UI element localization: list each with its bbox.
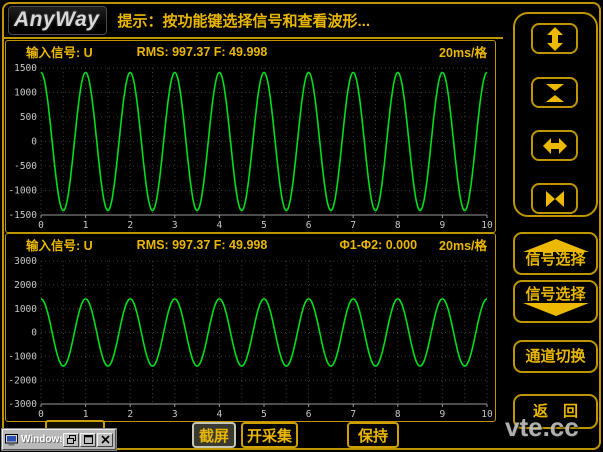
signal-select-down-button[interactable]: 信号选择 — [513, 280, 598, 323]
channel-switch-label: 通道切换 — [525, 349, 585, 365]
svg-text:1: 1 — [83, 220, 89, 231]
panel2-phase-value: Φ1-Φ2: 0.000 — [340, 238, 418, 252]
maximize-button[interactable] — [80, 433, 96, 447]
hold-button-label: 保持 — [358, 425, 388, 446]
waveform-panel-2: 输入信号: U RMS: 997.37 F: 49.998 Φ1-Φ2: 0.0… — [5, 233, 496, 422]
svg-text:1000: 1000 — [14, 304, 37, 315]
compress-horizontal-icon — [542, 186, 568, 212]
waveform-panel-1: 输入信号: U RMS: 997.37 F: 49.998 20ms/格 0 1 2… — [5, 40, 496, 233]
close-button[interactable] — [97, 433, 113, 447]
svg-text:0: 0 — [31, 137, 37, 148]
panel1-header: 输入信号: U RMS: 997.37 F: 49.998 20ms/格 — [6, 41, 495, 62]
svg-text:8: 8 — [395, 220, 401, 231]
restore-button[interactable] — [63, 433, 79, 447]
expand-horizontal-icon — [542, 133, 568, 159]
svg-text:2000: 2000 — [14, 280, 37, 291]
svg-text:4: 4 — [217, 220, 223, 231]
waveform-chart-2: 0 1 2 3 4 5 6 7 8 9 10 3000 2000 1000 0 -1000 -2000 -3000 — [7, 255, 494, 420]
panel1-signal-label: 输入信号: U — [26, 42, 93, 61]
waveform-chart-1: 0 1 2 3 4 5 6 7 8 9 10 1500 1000 500 0 -500 -1000 -1500 — [7, 62, 494, 231]
svg-text:10: 10 — [481, 220, 493, 231]
svg-text:3: 3 — [172, 409, 178, 420]
signal-select-up-label: 信号选择 — [525, 252, 585, 268]
compress-horizontal-button[interactable] — [531, 183, 578, 214]
svg-text:7: 7 — [350, 409, 356, 420]
windows-titlebar[interactable]: Windows ... — [2, 429, 116, 450]
channel-switch-button[interactable]: 通道切换 — [513, 340, 598, 373]
svg-text:6: 6 — [306, 220, 312, 231]
svg-text:0: 0 — [38, 409, 44, 420]
svg-text:1: 1 — [83, 409, 89, 420]
svg-text:7: 7 — [350, 220, 356, 231]
svg-text:3000: 3000 — [14, 256, 37, 267]
oscilloscope-screen: AnyWay 提示：按功能键选择信号和查看波形... 输入信号: U RMS: … — [0, 0, 603, 452]
svg-text:9: 9 — [440, 220, 446, 231]
svg-text:1000: 1000 — [14, 88, 37, 99]
svg-text:8: 8 — [395, 409, 401, 420]
panel1-timebase: 20ms/格 — [439, 42, 487, 61]
compress-vertical-icon — [542, 80, 568, 106]
panel2-timebase: 20ms/格 — [439, 235, 487, 254]
svg-text:-1000: -1000 — [8, 186, 37, 197]
svg-text:-3000: -3000 — [8, 399, 37, 410]
hold-button[interactable]: 保持 — [347, 422, 399, 448]
start-capture-button-label: 开采集 — [247, 425, 292, 446]
panel2-rms-value: RMS: 997.37 F: 49.998 — [137, 238, 268, 252]
anyway-logo: AnyWay — [8, 6, 107, 35]
expand-horizontal-button[interactable] — [531, 130, 578, 161]
svg-text:2: 2 — [127, 409, 133, 420]
expand-vertical-icon — [542, 26, 568, 52]
svg-text:-1000: -1000 — [8, 352, 37, 363]
svg-text:0: 0 — [31, 328, 37, 339]
signal-select-down-label: 信号选择 — [525, 287, 585, 303]
panel1-rms-value: RMS: 997.37 F: 49.998 — [137, 45, 268, 59]
topbar-divider — [3, 37, 503, 39]
panel2-signal-label: 输入信号: U — [26, 235, 93, 254]
triangle-down-icon — [523, 303, 589, 316]
panel2-header: 输入信号: U RMS: 997.37 F: 49.998 Φ1-Φ2: 0.0… — [6, 234, 495, 255]
svg-text:1500: 1500 — [14, 63, 37, 74]
svg-text:5: 5 — [261, 220, 267, 231]
hint-text: 提示：按功能键选择信号和查看波形... — [117, 10, 370, 31]
svg-text:6: 6 — [306, 409, 312, 420]
svg-text:9: 9 — [440, 409, 446, 420]
svg-text:3: 3 — [172, 220, 178, 231]
waveform-zoom-group — [513, 12, 598, 217]
screenshot-button[interactable]: 截屏 — [192, 422, 236, 448]
svg-text:5: 5 — [261, 409, 267, 420]
restore-icon — [67, 435, 76, 444]
screenshot-button-label: 截屏 — [199, 425, 229, 446]
svg-text:2: 2 — [127, 220, 133, 231]
signal-select-up-button[interactable]: 信号选择 — [513, 232, 598, 275]
svg-text:500: 500 — [20, 112, 37, 123]
back-button[interactable]: 返 回 — [513, 394, 598, 429]
svg-text:-2000: -2000 — [8, 375, 37, 386]
svg-text:-1500: -1500 — [8, 210, 37, 221]
svg-text:4: 4 — [217, 409, 223, 420]
windows-titlebar-text: Windows ... — [21, 434, 62, 445]
expand-vertical-button[interactable] — [531, 23, 578, 54]
computer-icon — [5, 434, 18, 446]
close-icon — [101, 435, 110, 444]
start-capture-button[interactable]: 开采集 — [241, 422, 298, 448]
svg-text:-500: -500 — [14, 161, 37, 172]
svg-text:10: 10 — [481, 409, 493, 420]
maximize-icon — [84, 435, 93, 444]
back-button-label: 返 回 — [533, 404, 578, 420]
top-bar: AnyWay 提示：按功能键选择信号和查看波形... — [5, 5, 497, 36]
compress-vertical-button[interactable] — [531, 77, 578, 108]
svg-text:0: 0 — [38, 220, 44, 231]
